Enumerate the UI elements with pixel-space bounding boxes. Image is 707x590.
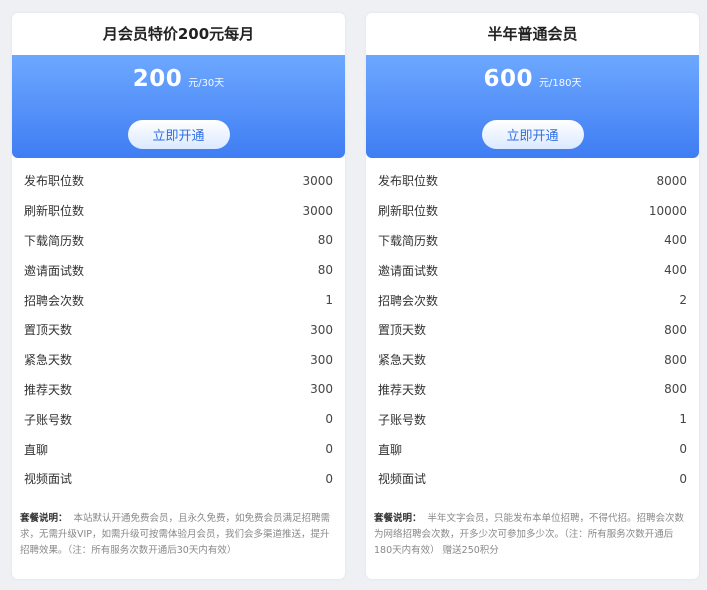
- feature-label: 子账号数: [24, 412, 73, 427]
- feature-label: 视频面试: [24, 472, 73, 487]
- feature-value: 300: [310, 352, 333, 367]
- feature-label: 置顶天数: [24, 323, 73, 338]
- plan-price: 200: [132, 66, 183, 92]
- feature-row: 直聊 0: [12, 434, 345, 464]
- feature-value: 3000: [302, 173, 333, 188]
- plan-price-header: 200 元/30天 立即开通: [12, 55, 345, 158]
- plan-title: 月会员特价200元每月: [102, 25, 255, 43]
- feature-value: 80: [317, 263, 333, 278]
- feature-label: 发布职位数: [378, 174, 439, 189]
- plan-feature-list: 发布职位数 8000 刷新职位数 10000 下载简历数 400 邀请面试数 400 招…: [366, 158, 699, 494]
- plan-title: 半年普通会员: [487, 25, 578, 43]
- feature-row: 置顶天数 300: [12, 315, 345, 345]
- plan-price-unit: 元/30天: [188, 78, 225, 89]
- feature-row: 招聘会次数 2: [366, 285, 699, 315]
- feature-label: 招聘会次数: [24, 293, 85, 308]
- feature-value: 80: [317, 233, 333, 248]
- plan-note: 套餐说明： 本站默认开通免费会员，且永久免费，如免费会员满足招聘需求，无需升级VI…: [20, 511, 335, 559]
- plan-note-label: 套餐说明：: [374, 513, 422, 524]
- feature-label: 紧急天数: [24, 353, 73, 368]
- plan-note: 套餐说明： 半年文字会员，只能发布本单位招聘，不得代招。招聘会次数为网络招聘会次数…: [374, 511, 689, 559]
- feature-row: 下载简历数 400: [366, 226, 699, 256]
- feature-row: 推荐天数 800: [366, 375, 699, 405]
- feature-value: 1: [679, 412, 687, 427]
- plan-feature-list: 发布职位数 3000 刷新职位数 3000 下载简历数 80 邀请面试数 80 招聘会次…: [12, 158, 345, 494]
- feature-label: 邀请面试数: [24, 263, 85, 278]
- feature-row: 子账号数 1: [366, 404, 699, 434]
- feature-label: 直聊: [378, 442, 403, 457]
- feature-value: 800: [664, 382, 687, 397]
- feature-value: 400: [664, 263, 687, 278]
- feature-row: 紧急天数 300: [12, 345, 345, 375]
- feature-label: 刷新职位数: [378, 204, 439, 219]
- plan-card-monthly: 月会员特价200元每月 200 元/30天 立即开通 发布职位数 3000 刷新职位…: [12, 13, 345, 579]
- open-now-button[interactable]: 立即开通: [127, 120, 230, 149]
- feature-row: 视频面试 0: [366, 464, 699, 494]
- feature-row: 紧急天数 800: [366, 345, 699, 375]
- feature-value: 400: [664, 233, 687, 248]
- feature-row: 发布职位数 8000: [366, 166, 699, 196]
- feature-row: 下载简历数 80: [12, 226, 345, 256]
- feature-label: 直聊: [24, 442, 49, 457]
- plan-card-half-year: 半年普通会员 600 元/180天 立即开通 发布职位数 8000 刷新职位数 100…: [366, 13, 699, 579]
- feature-label: 刷新职位数: [24, 204, 85, 219]
- feature-value: 3000: [302, 203, 333, 218]
- feature-row: 发布职位数 3000: [12, 166, 345, 196]
- plan-note-label: 套餐说明：: [20, 513, 68, 524]
- feature-value: 800: [664, 352, 687, 367]
- feature-label: 下载简历数: [24, 233, 85, 248]
- feature-label: 视频面试: [378, 472, 427, 487]
- feature-value: 8000: [656, 173, 687, 188]
- feature-label: 紧急天数: [378, 353, 427, 368]
- plan-price-unit: 元/180天: [539, 78, 582, 89]
- price-line: 200 元/30天: [12, 55, 345, 94]
- feature-value: 0: [325, 471, 333, 486]
- feature-value: 1: [325, 293, 333, 308]
- feature-row: 子账号数 0: [12, 404, 345, 434]
- membership-plans: 月会员特价200元每月 200 元/30天 立即开通 发布职位数 3000 刷新职位…: [0, 0, 707, 590]
- open-now-button[interactable]: 立即开通: [481, 120, 584, 149]
- feature-value: 0: [679, 471, 687, 486]
- feature-value: 10000: [648, 203, 687, 218]
- feature-row: 邀请面试数 80: [12, 255, 345, 285]
- feature-label: 子账号数: [378, 412, 427, 427]
- feature-row: 刷新职位数 3000: [12, 196, 345, 226]
- feature-value: 300: [310, 382, 333, 397]
- feature-value: 2: [679, 293, 687, 308]
- feature-row: 直聊 0: [366, 434, 699, 464]
- feature-row: 视频面试 0: [12, 464, 345, 494]
- feature-label: 推荐天数: [24, 382, 73, 397]
- feature-label: 发布职位数: [24, 174, 85, 189]
- price-line: 600 元/180天: [366, 55, 699, 94]
- feature-label: 推荐天数: [378, 382, 427, 397]
- feature-value: 0: [325, 442, 333, 457]
- feature-value: 300: [310, 322, 333, 337]
- feature-row: 招聘会次数 1: [12, 285, 345, 315]
- plan-price: 600: [483, 66, 534, 92]
- feature-row: 邀请面试数 400: [366, 255, 699, 285]
- feature-label: 置顶天数: [378, 323, 427, 338]
- plan-price-header: 600 元/180天 立即开通: [366, 55, 699, 158]
- feature-label: 下载简历数: [378, 233, 439, 248]
- feature-value: 0: [679, 442, 687, 457]
- feature-label: 招聘会次数: [378, 293, 439, 308]
- feature-row: 置顶天数 800: [366, 315, 699, 345]
- feature-row: 推荐天数 300: [12, 375, 345, 405]
- feature-label: 邀请面试数: [378, 263, 439, 278]
- feature-row: 刷新职位数 10000: [366, 196, 699, 226]
- feature-value: 0: [325, 412, 333, 427]
- feature-value: 800: [664, 322, 687, 337]
